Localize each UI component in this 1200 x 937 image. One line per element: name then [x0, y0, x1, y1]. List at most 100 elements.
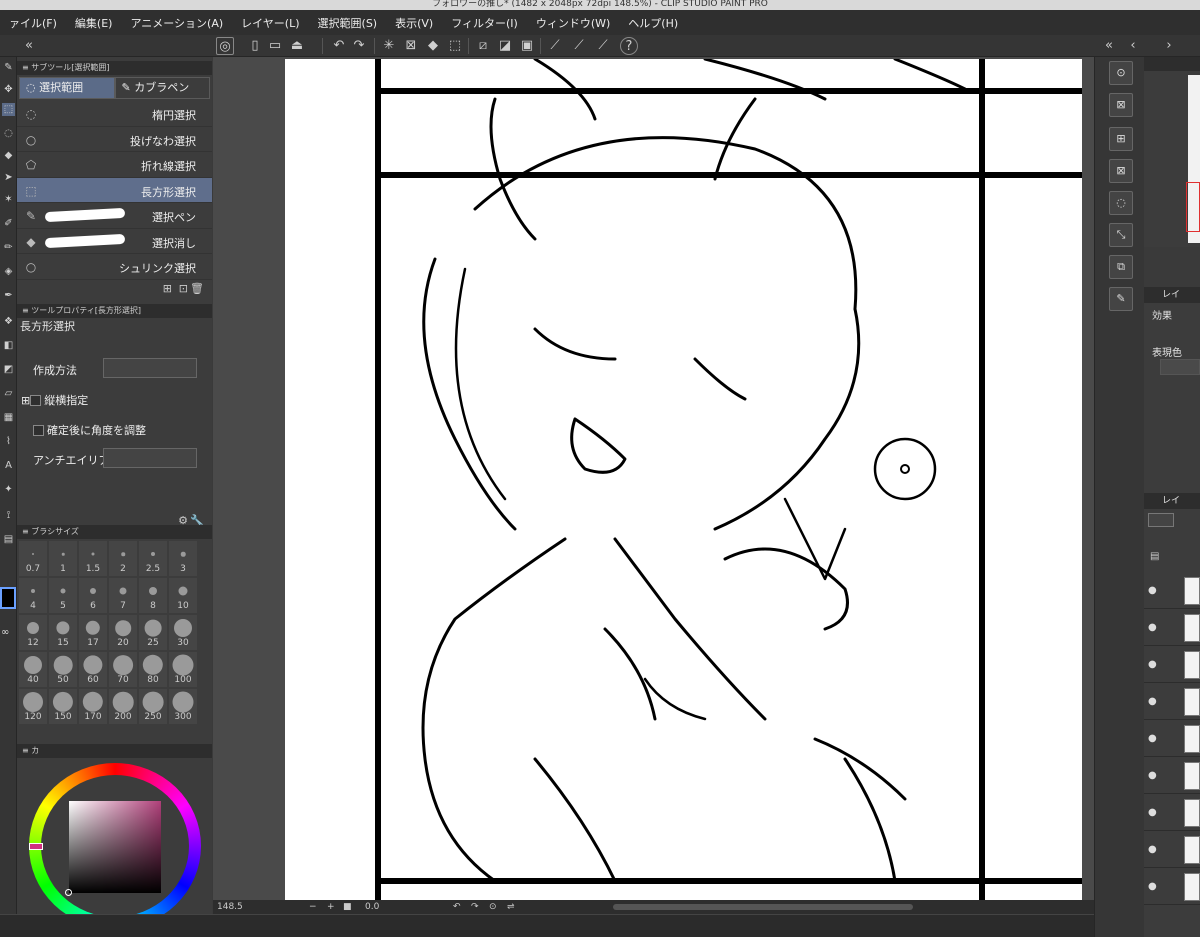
subtool-item-polyline[interactable]: ⬠ 折れ線選択: [17, 152, 212, 178]
eye-icon[interactable]: ●: [1148, 733, 1157, 744]
brush-size-cell[interactable]: 250: [139, 689, 167, 724]
subtool-item-rectangle[interactable]: ⬚ 長方形選択: [17, 177, 212, 203]
menu-icon[interactable]: ≡: [22, 527, 31, 536]
clear-icon[interactable]: ⊠: [402, 37, 420, 55]
snap-line-icon[interactable]: ⟋: [594, 37, 612, 55]
fill-tool-icon[interactable]: ◩: [2, 363, 15, 376]
brush-size-cell[interactable]: 200: [109, 689, 137, 724]
redo-icon[interactable]: ↷: [350, 37, 368, 55]
menu-view[interactable]: 表示(V): [386, 15, 442, 31]
layer-row[interactable]: ●: [1144, 869, 1200, 905]
rotation-value[interactable]: 0.0: [365, 900, 379, 914]
brush-size-cell[interactable]: 100: [169, 652, 197, 687]
canvas-paper[interactable]: [285, 59, 1082, 900]
brush-size-cell[interactable]: 25: [139, 615, 167, 650]
brush-size-cell[interactable]: 2.5: [139, 541, 167, 576]
edit-icon[interactable]: ✎: [1109, 287, 1133, 311]
aspect-checkbox[interactable]: [30, 395, 42, 406]
pen-tool-icon[interactable]: ✎: [2, 61, 15, 74]
saturation-value-square[interactable]: [69, 801, 161, 893]
brush-size-cell[interactable]: 1: [49, 541, 77, 576]
zoom-out-icon[interactable]: −: [309, 900, 317, 914]
expand-icon[interactable]: ⊞: [21, 394, 30, 407]
eye-icon[interactable]: ●: [1148, 585, 1157, 596]
horizontal-scrollbar[interactable]: [613, 904, 913, 910]
brush-size-cell[interactable]: 4: [19, 578, 47, 613]
tab-kabura-pen[interactable]: ✎ カブラペン: [114, 77, 210, 99]
rotate-right-icon[interactable]: ↷: [471, 900, 479, 914]
sparkle-tool-icon[interactable]: ✶: [2, 193, 15, 206]
ruler-layer-icon[interactable]: ◪: [496, 37, 514, 55]
brush-size-cell[interactable]: 60: [79, 652, 107, 687]
brush-size-cell[interactable]: 6: [79, 578, 107, 613]
menu-icon[interactable]: ≡: [22, 306, 31, 315]
ruler-icon[interactable]: ⧄: [474, 37, 492, 55]
layer-row[interactable]: ●: [1144, 684, 1200, 720]
snap-grid-icon[interactable]: ⟋: [570, 37, 588, 55]
layer-row[interactable]: ●: [1144, 758, 1200, 794]
brush-size-cell[interactable]: 150: [49, 689, 77, 724]
hand-tool-icon[interactable]: ▤: [2, 533, 15, 546]
transform-icon[interactable]: ⬚: [446, 37, 464, 55]
zoom-in-icon[interactable]: +: [327, 900, 335, 914]
antialias-selector[interactable]: [103, 447, 197, 468]
brush-size-cell[interactable]: 7: [109, 578, 137, 613]
brush-tool-icon[interactable]: ✏: [2, 241, 15, 254]
brush-size-cell[interactable]: 0.7: [19, 541, 47, 576]
subtool-item-shrink[interactable]: ○ シュリンク選択: [17, 254, 212, 280]
brush-size-cell[interactable]: 80: [139, 652, 167, 687]
fit-icon[interactable]: ■: [343, 900, 352, 914]
menu-icon[interactable]: ≡: [22, 63, 31, 72]
subtool-item-lasso[interactable]: ○ 投げなわ選択: [17, 127, 212, 152]
menu-file[interactable]: ァイル(F): [0, 15, 66, 31]
snap-special-ruler-icon[interactable]: ⟋: [546, 37, 564, 55]
chevron-left-icon[interactable]: ‹: [1124, 37, 1142, 55]
clear-selection-icon[interactable]: ⊠: [1109, 93, 1133, 117]
layer-tool-icon[interactable]: ▤: [1150, 551, 1159, 562]
brush-size-cell[interactable]: 3: [169, 541, 197, 576]
correct-line-tool-icon[interactable]: ⟟: [2, 509, 15, 522]
brush-size-cell[interactable]: 2: [109, 541, 137, 576]
brush-size-cell[interactable]: 10: [169, 578, 197, 613]
brush-size-cell[interactable]: 120: [19, 689, 47, 724]
move-tool-icon[interactable]: ✥: [2, 83, 15, 96]
transform-selection-icon[interactable]: ⊞: [1109, 127, 1133, 151]
zoom-value[interactable]: 148.5: [217, 900, 243, 914]
zoom-icon[interactable]: ⊙: [1109, 61, 1133, 85]
eye-icon[interactable]: ●: [1148, 770, 1157, 781]
eyedropper-tool-icon[interactable]: ✐: [2, 217, 15, 230]
blend-mode-select[interactable]: [1148, 513, 1174, 527]
brush-size-cell[interactable]: 12: [19, 615, 47, 650]
brush-size-cell[interactable]: 15: [49, 615, 77, 650]
brush-size-cell[interactable]: 70: [109, 652, 137, 687]
balloon-tool-icon[interactable]: ✦: [2, 483, 15, 496]
flip-icon[interactable]: ⇌: [507, 900, 515, 914]
tab-selection-range[interactable]: ◌ 選択範囲: [19, 77, 115, 99]
adjust-angle-checkbox[interactable]: [33, 425, 44, 436]
layer-row[interactable]: ●: [1144, 610, 1200, 646]
brush-size-cell[interactable]: 5: [49, 578, 77, 613]
brush-size-cell[interactable]: 170: [79, 689, 107, 724]
color-wheel[interactable]: [29, 763, 201, 929]
ruler-snap-icon[interactable]: ▣: [518, 37, 536, 55]
eye-icon[interactable]: ●: [1148, 622, 1157, 633]
brush-size-cell[interactable]: 8: [139, 578, 167, 613]
copy-icon[interactable]: ⧉: [1109, 255, 1133, 279]
airbrush-tool-icon[interactable]: ✒: [2, 289, 15, 302]
menu-edit[interactable]: 編集(E): [66, 15, 122, 31]
menu-window[interactable]: ウィンドウ(W): [527, 15, 619, 31]
create-method-buttons[interactable]: [103, 357, 197, 378]
trash-icon[interactable]: 🗑: [190, 282, 204, 295]
menu-icon[interactable]: ≡: [22, 746, 31, 755]
layer-row[interactable]: ●: [1144, 795, 1200, 831]
menu-filter[interactable]: フィルター(I): [442, 15, 527, 31]
ruler-tool-icon[interactable]: ⌇: [2, 435, 15, 448]
subtool-item-selection-eraser[interactable]: ◆ 選択消し: [17, 229, 212, 254]
brush-size-cell[interactable]: 1.5: [79, 541, 107, 576]
eye-icon[interactable]: ●: [1148, 881, 1157, 892]
color-mode-icon[interactable]: ∞: [1, 627, 9, 638]
menu-selection[interactable]: 選択範囲(S): [309, 15, 387, 31]
reset-rotation-icon[interactable]: ⊙: [489, 900, 497, 914]
brush-size-cell[interactable]: 50: [49, 652, 77, 687]
color-picker-handle[interactable]: [65, 889, 72, 896]
